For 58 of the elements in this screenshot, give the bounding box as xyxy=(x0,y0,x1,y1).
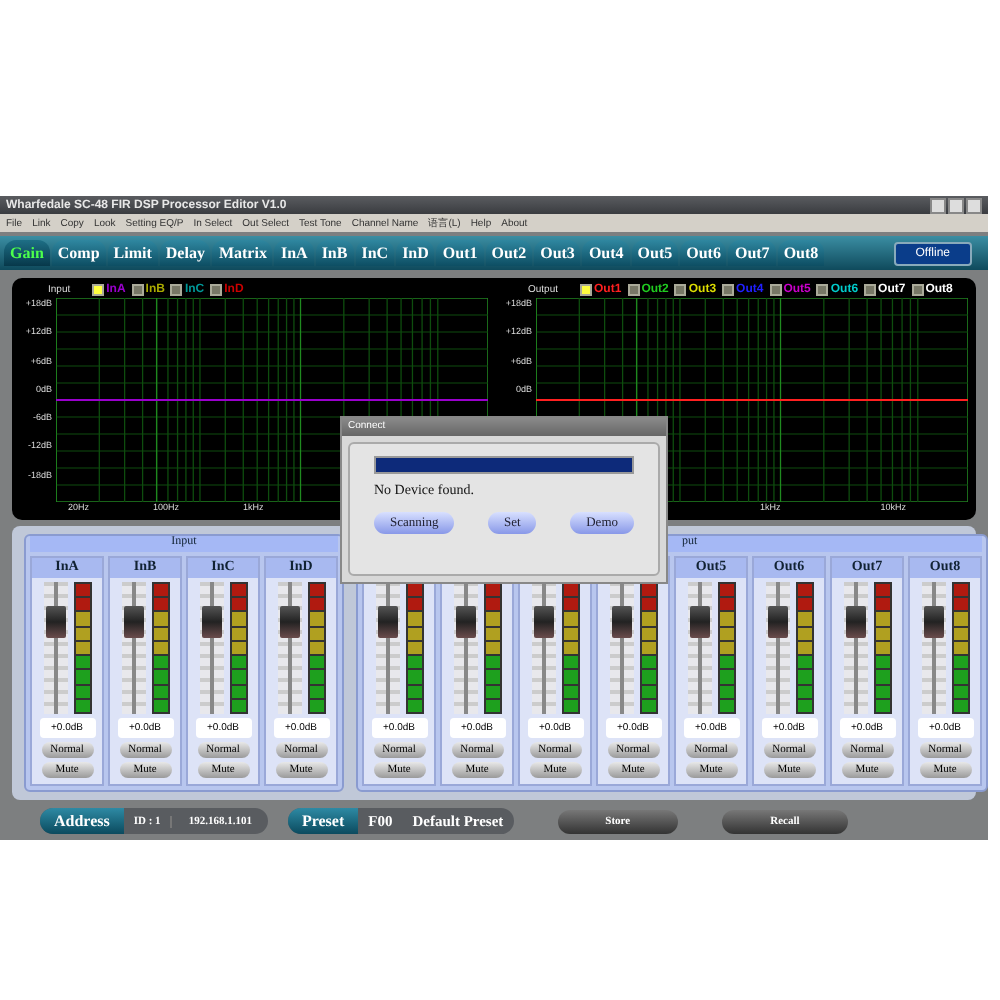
level-meter-drawing xyxy=(73,582,91,714)
close-button[interactable] xyxy=(966,197,982,213)
maximize-button[interactable] xyxy=(948,197,964,213)
legend-checkbox[interactable] xyxy=(580,284,593,296)
level-meter-drawing xyxy=(405,582,423,714)
tab[interactable]: Out4 xyxy=(582,240,630,266)
fader-thumb[interactable] xyxy=(279,605,299,638)
legend-checkbox[interactable] xyxy=(92,284,105,296)
tab[interactable]: Comp xyxy=(51,240,106,266)
fader-thumb[interactable] xyxy=(455,605,475,638)
tab[interactable]: Out3 xyxy=(534,240,581,266)
preset-label: Preset xyxy=(287,808,359,834)
tab[interactable]: Out7 xyxy=(728,240,776,266)
legend-checkbox[interactable] xyxy=(674,284,687,296)
tab[interactable]: Out1 xyxy=(436,240,484,266)
level-meter-drawing xyxy=(561,582,579,714)
legend-checkbox[interactable] xyxy=(769,284,782,296)
tab[interactable]: Out5 xyxy=(631,240,679,266)
tab[interactable]: Out8 xyxy=(777,240,825,266)
legend-checkbox[interactable] xyxy=(131,284,144,296)
tab[interactable]: Out2 xyxy=(485,240,533,266)
fader-thumb[interactable] xyxy=(611,605,631,638)
tab[interactable]: InB xyxy=(315,240,354,266)
fader-thumb[interactable] xyxy=(377,605,397,638)
address-label: Address xyxy=(40,808,124,834)
level-meter-drawing xyxy=(151,582,169,714)
legend-checkbox[interactable] xyxy=(864,284,877,296)
legend-checkbox[interactable] xyxy=(911,284,924,296)
level-meter-drawing xyxy=(951,582,969,714)
tab[interactable]: InC xyxy=(355,240,395,266)
fader-thumb[interactable] xyxy=(689,605,709,638)
fader-thumb[interactable] xyxy=(533,605,553,638)
level-meter-drawing xyxy=(639,582,657,714)
level-meter-drawing xyxy=(873,582,891,714)
level-meter-drawing xyxy=(229,582,247,714)
tab[interactable]: Delay xyxy=(159,240,211,266)
level-meter-drawing xyxy=(483,582,501,714)
level-meter-drawing xyxy=(795,582,813,714)
legend-checkbox[interactable] xyxy=(722,284,735,296)
tab[interactable]: Gain xyxy=(4,240,50,266)
fader-thumb[interactable] xyxy=(123,605,143,638)
tab[interactable]: Out6 xyxy=(680,240,727,266)
legend-checkbox[interactable] xyxy=(210,284,223,296)
tab[interactable]: InA xyxy=(274,240,314,266)
level-meter-drawing xyxy=(307,582,325,714)
fader-thumb[interactable] xyxy=(201,605,221,638)
minimize-button[interactable] xyxy=(930,197,946,213)
tab[interactable]: InD xyxy=(396,240,435,266)
fader-thumb[interactable] xyxy=(45,605,65,638)
legend-checkbox[interactable] xyxy=(170,284,183,296)
tab[interactable]: Matrix xyxy=(212,240,273,266)
legend-checkbox[interactable] xyxy=(816,284,829,296)
level-meter-drawing xyxy=(717,582,735,714)
legend-checkbox[interactable] xyxy=(627,284,640,296)
tab[interactable]: Limit xyxy=(107,240,158,266)
fader-thumb[interactable] xyxy=(923,605,943,638)
fader-thumb[interactable] xyxy=(845,605,865,638)
fader-thumb[interactable] xyxy=(767,605,787,638)
